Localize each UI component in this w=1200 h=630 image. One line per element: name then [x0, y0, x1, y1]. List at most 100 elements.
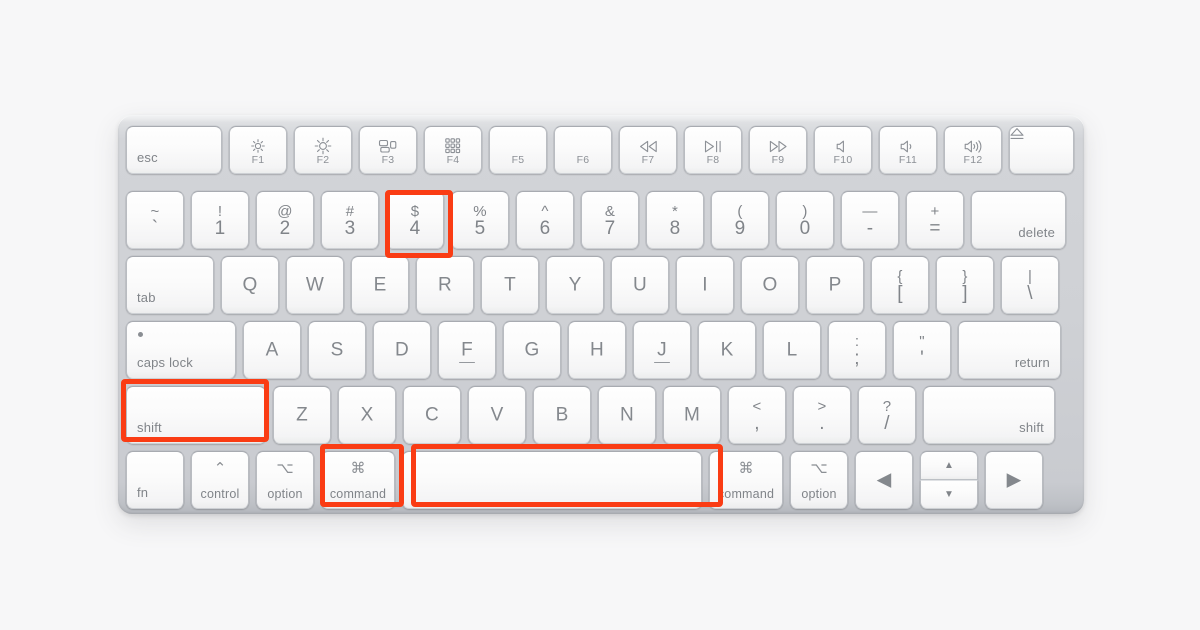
key-a[interactable]: A	[243, 321, 301, 379]
key-rshift[interactable]: shift	[923, 386, 1055, 444]
key-f12[interactable]: F12	[944, 126, 1002, 174]
key-label: ;	[854, 348, 860, 369]
key-semicolon[interactable]: :;	[828, 321, 886, 379]
key-8[interactable]: * 8	[646, 191, 704, 249]
key-eject[interactable]	[1009, 126, 1074, 174]
key-period[interactable]: >.	[793, 386, 851, 444]
key-l[interactable]: L	[763, 321, 821, 379]
key-1[interactable]: ! 1	[191, 191, 249, 249]
key-label: shift	[137, 420, 162, 435]
key-rbracket[interactable]: }]	[936, 256, 994, 314]
key-label: F2	[316, 154, 330, 166]
key-q[interactable]: Q	[221, 256, 279, 314]
key-slash[interactable]: ? /	[858, 386, 916, 444]
key-e[interactable]: E	[351, 256, 409, 314]
key-f[interactable]: F	[438, 321, 496, 379]
key-minus[interactable]: — -	[841, 191, 899, 249]
key-v[interactable]: V	[468, 386, 526, 444]
key-f7[interactable]: F7	[619, 126, 677, 174]
key-label-shifted: ~	[150, 203, 160, 220]
key-m[interactable]: M	[663, 386, 721, 444]
key-f5[interactable]: F5	[489, 126, 547, 174]
key-h[interactable]: H	[568, 321, 626, 379]
key-comma[interactable]: <,	[728, 386, 786, 444]
key-right[interactable]: ▶	[985, 451, 1043, 509]
key-arrow-down[interactable]: ▼	[920, 480, 978, 509]
key-label: option	[267, 486, 303, 501]
key-p[interactable]: P	[806, 256, 864, 314]
key-f3[interactable]: F3	[359, 126, 417, 174]
key-i[interactable]: I	[676, 256, 734, 314]
key-label: F	[461, 339, 473, 361]
key-backslash[interactable]: | \	[1001, 256, 1059, 314]
key-z[interactable]: Z	[273, 386, 331, 444]
key-space[interactable]	[402, 451, 702, 509]
key-equal[interactable]: + =	[906, 191, 964, 249]
key-tab[interactable]: tab	[126, 256, 214, 314]
key-x[interactable]: X	[338, 386, 396, 444]
key-quote[interactable]: " '	[893, 321, 951, 379]
key-s[interactable]: S	[308, 321, 366, 379]
key-label: R	[438, 274, 452, 296]
key-4[interactable]: $4	[386, 191, 444, 249]
key-g[interactable]: G	[503, 321, 561, 379]
key-f2[interactable]: F2	[294, 126, 352, 174]
key-fn[interactable]: fn	[126, 451, 184, 509]
key-n[interactable]: N	[598, 386, 656, 444]
key-6[interactable]: ^ 6	[516, 191, 574, 249]
key-label: ▲	[943, 459, 955, 471]
brightness-down-icon	[230, 136, 286, 156]
key-d[interactable]: D	[373, 321, 431, 379]
key-return[interactable]: return	[958, 321, 1061, 379]
key-label: /	[884, 413, 890, 434]
key-esc[interactable]: esc	[126, 126, 222, 174]
key-delete[interactable]: delete	[971, 191, 1066, 249]
key-9[interactable]: (9	[711, 191, 769, 249]
key-roption[interactable]: ⌥ option	[790, 451, 848, 509]
key-left[interactable]: ◀	[855, 451, 913, 509]
key-2[interactable]: @2	[256, 191, 314, 249]
key-label: 1	[214, 218, 226, 239]
key-label: '	[920, 348, 924, 369]
key-f11[interactable]: F11	[879, 126, 937, 174]
key-t[interactable]: T	[481, 256, 539, 314]
key-label: N	[620, 404, 634, 426]
key-label-shifted: <	[752, 398, 762, 415]
key-label-shifted: "	[919, 333, 925, 350]
key-label: D	[395, 339, 409, 361]
key-lcommand[interactable]: ⌘ command	[321, 451, 395, 509]
key-u[interactable]: U	[611, 256, 669, 314]
key-5[interactable]: % 5	[451, 191, 509, 249]
key-label: F7	[641, 154, 655, 166]
key-f6[interactable]: F6	[554, 126, 612, 174]
key-o[interactable]: O	[741, 256, 799, 314]
eject-icon	[1010, 127, 1024, 144]
key-f8[interactable]: F8	[684, 126, 742, 174]
key-f1[interactable]: F1	[229, 126, 287, 174]
key-rcommand[interactable]: ⌘ command	[709, 451, 783, 509]
key-b[interactable]: B	[533, 386, 591, 444]
key-loption[interactable]: ⌥ option	[256, 451, 314, 509]
key-grave[interactable]: ~ `	[126, 191, 184, 249]
key-label: 2	[279, 218, 291, 239]
key-capslock[interactable]: caps lock	[126, 321, 236, 379]
key-y[interactable]: Y	[546, 256, 604, 314]
key-lbracket[interactable]: {[	[871, 256, 929, 314]
keyboard-row-function-row: esc F1 F2 F3 F4 F5 F6 F7 F8 F9 F10 F11 F12	[126, 126, 1074, 174]
rewind-icon	[620, 136, 676, 156]
key-f9[interactable]: F9	[749, 126, 807, 174]
key-f4[interactable]: F4	[424, 126, 482, 174]
key-control[interactable]: ⌃ control	[191, 451, 249, 509]
key-modifier-glyph: ⌥	[810, 460, 828, 477]
key-w[interactable]: W	[286, 256, 344, 314]
key-j[interactable]: J	[633, 321, 691, 379]
key-lshift[interactable]: shift	[126, 386, 266, 444]
key-3[interactable]: #3	[321, 191, 379, 249]
key-k[interactable]: K	[698, 321, 756, 379]
key-f10[interactable]: F10	[814, 126, 872, 174]
key-r[interactable]: R	[416, 256, 474, 314]
key-7[interactable]: & 7	[581, 191, 639, 249]
key-0[interactable]: ) 0	[776, 191, 834, 249]
key-arrow-up[interactable]: ▲	[920, 451, 978, 480]
key-c[interactable]: C	[403, 386, 461, 444]
